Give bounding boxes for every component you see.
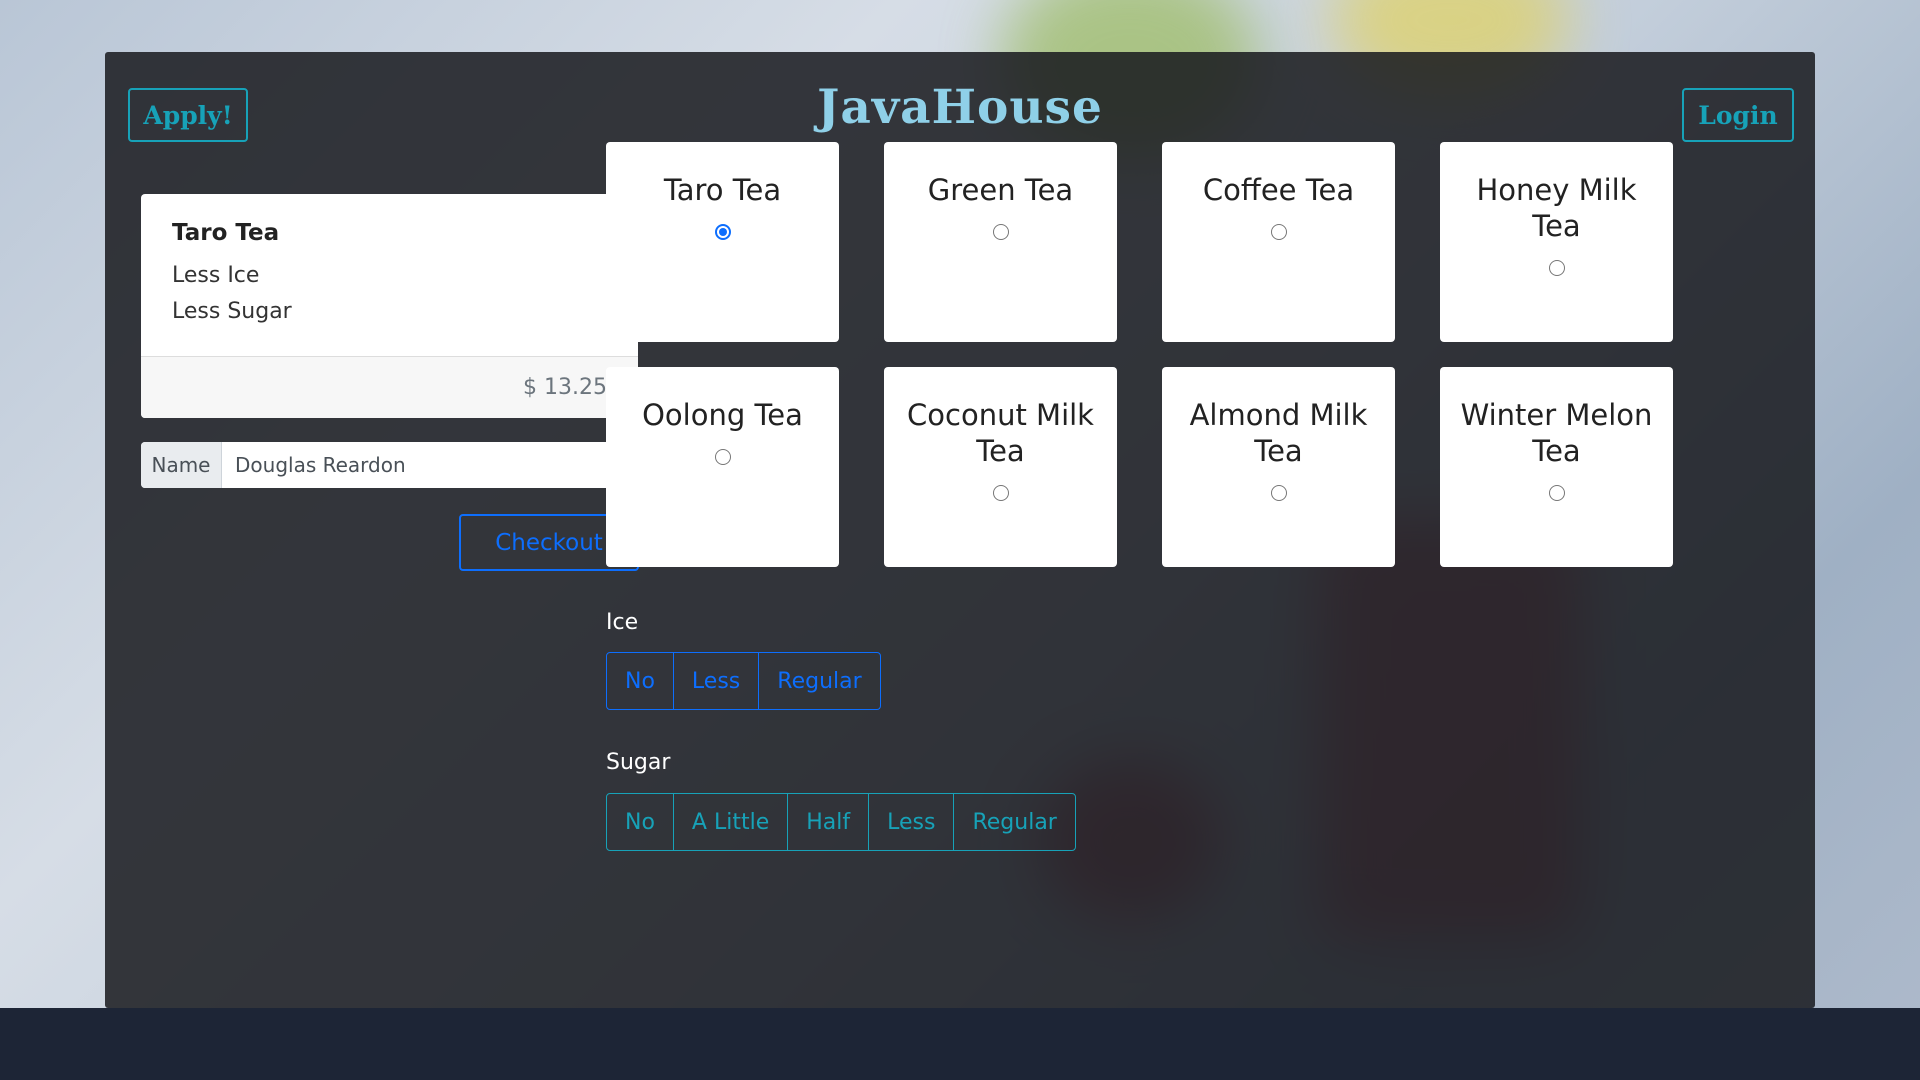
ice-less-button[interactable]: Less — [674, 653, 760, 709]
tea-name: Taro Tea — [663, 173, 782, 207]
name-input[interactable] — [222, 442, 638, 488]
sugar-button-group: No A Little Half Less Regular — [606, 793, 1076, 851]
tea-radio-almond-milk[interactable] — [1270, 485, 1287, 501]
tea-card-almond-milk[interactable]: Almond Milk Tea — [1162, 367, 1395, 567]
tea-name: Almond Milk Tea — [1189, 398, 1368, 468]
sugar-regular-button[interactable]: Regular — [954, 794, 1074, 850]
tea-radio-coconut-milk[interactable] — [992, 485, 1009, 501]
tea-radio-coffee[interactable] — [1270, 224, 1287, 240]
sugar-less-button[interactable]: Less — [869, 794, 955, 850]
tea-card-coconut-milk[interactable]: Coconut Milk Tea — [884, 367, 1117, 567]
tea-radio-winter-melon[interactable] — [1548, 485, 1565, 501]
tea-name: Coconut Milk Tea — [907, 398, 1094, 468]
ice-button-group: No Less Regular — [606, 652, 881, 710]
order-item-name: Taro Tea — [172, 220, 280, 246]
tea-card-honey-milk[interactable]: Honey Milk Tea — [1440, 142, 1673, 342]
tea-card-oolong[interactable]: Oolong Tea — [606, 367, 839, 567]
name-input-group: Name — [141, 442, 638, 488]
tea-card-taro[interactable]: Taro Tea — [606, 142, 839, 342]
sugar-no-button[interactable]: No — [607, 794, 674, 850]
login-button[interactable]: Login — [1682, 88, 1794, 142]
ice-regular-button[interactable]: Regular — [759, 653, 879, 709]
tea-name: Green Tea — [927, 173, 1074, 207]
ice-label: Ice — [606, 610, 639, 635]
sugar-half-button[interactable]: Half — [788, 794, 870, 850]
tea-name: Oolong Tea — [642, 398, 803, 432]
tea-selection-grid: Taro Tea Green Tea Coffee Tea Honey Milk… — [606, 142, 1679, 567]
tea-radio-honey-milk[interactable] — [1548, 260, 1565, 276]
tea-name: Coffee Tea — [1202, 173, 1355, 207]
tea-card-coffee[interactable]: Coffee Tea — [1162, 142, 1395, 342]
order-sugar-level: Less Sugar — [172, 299, 292, 324]
tea-radio-taro[interactable] — [714, 224, 731, 240]
tea-name: Honey Milk Tea — [1476, 173, 1637, 243]
tea-name: Winter Melon Tea — [1460, 398, 1653, 468]
order-summary-card: Taro Tea Less Ice Less Sugar $ 13.25 — [141, 194, 638, 418]
order-price: $ 13.25 — [141, 356, 638, 418]
order-ice-level: Less Ice — [172, 263, 260, 288]
tea-radio-green[interactable] — [992, 224, 1009, 240]
tea-card-winter-melon[interactable]: Winter Melon Tea — [1440, 367, 1673, 567]
footer-bar — [0, 1008, 1920, 1080]
brand-title: JavaHouse — [817, 80, 1103, 135]
sugar-label: Sugar — [606, 750, 671, 775]
tea-card-green[interactable]: Green Tea — [884, 142, 1117, 342]
tea-radio-oolong[interactable] — [714, 449, 731, 465]
sugar-a-little-button[interactable]: A Little — [674, 794, 789, 850]
ice-no-button[interactable]: No — [607, 653, 674, 709]
name-label: Name — [141, 442, 222, 488]
order-summary-body: Taro Tea Less Ice Less Sugar — [141, 194, 638, 328]
